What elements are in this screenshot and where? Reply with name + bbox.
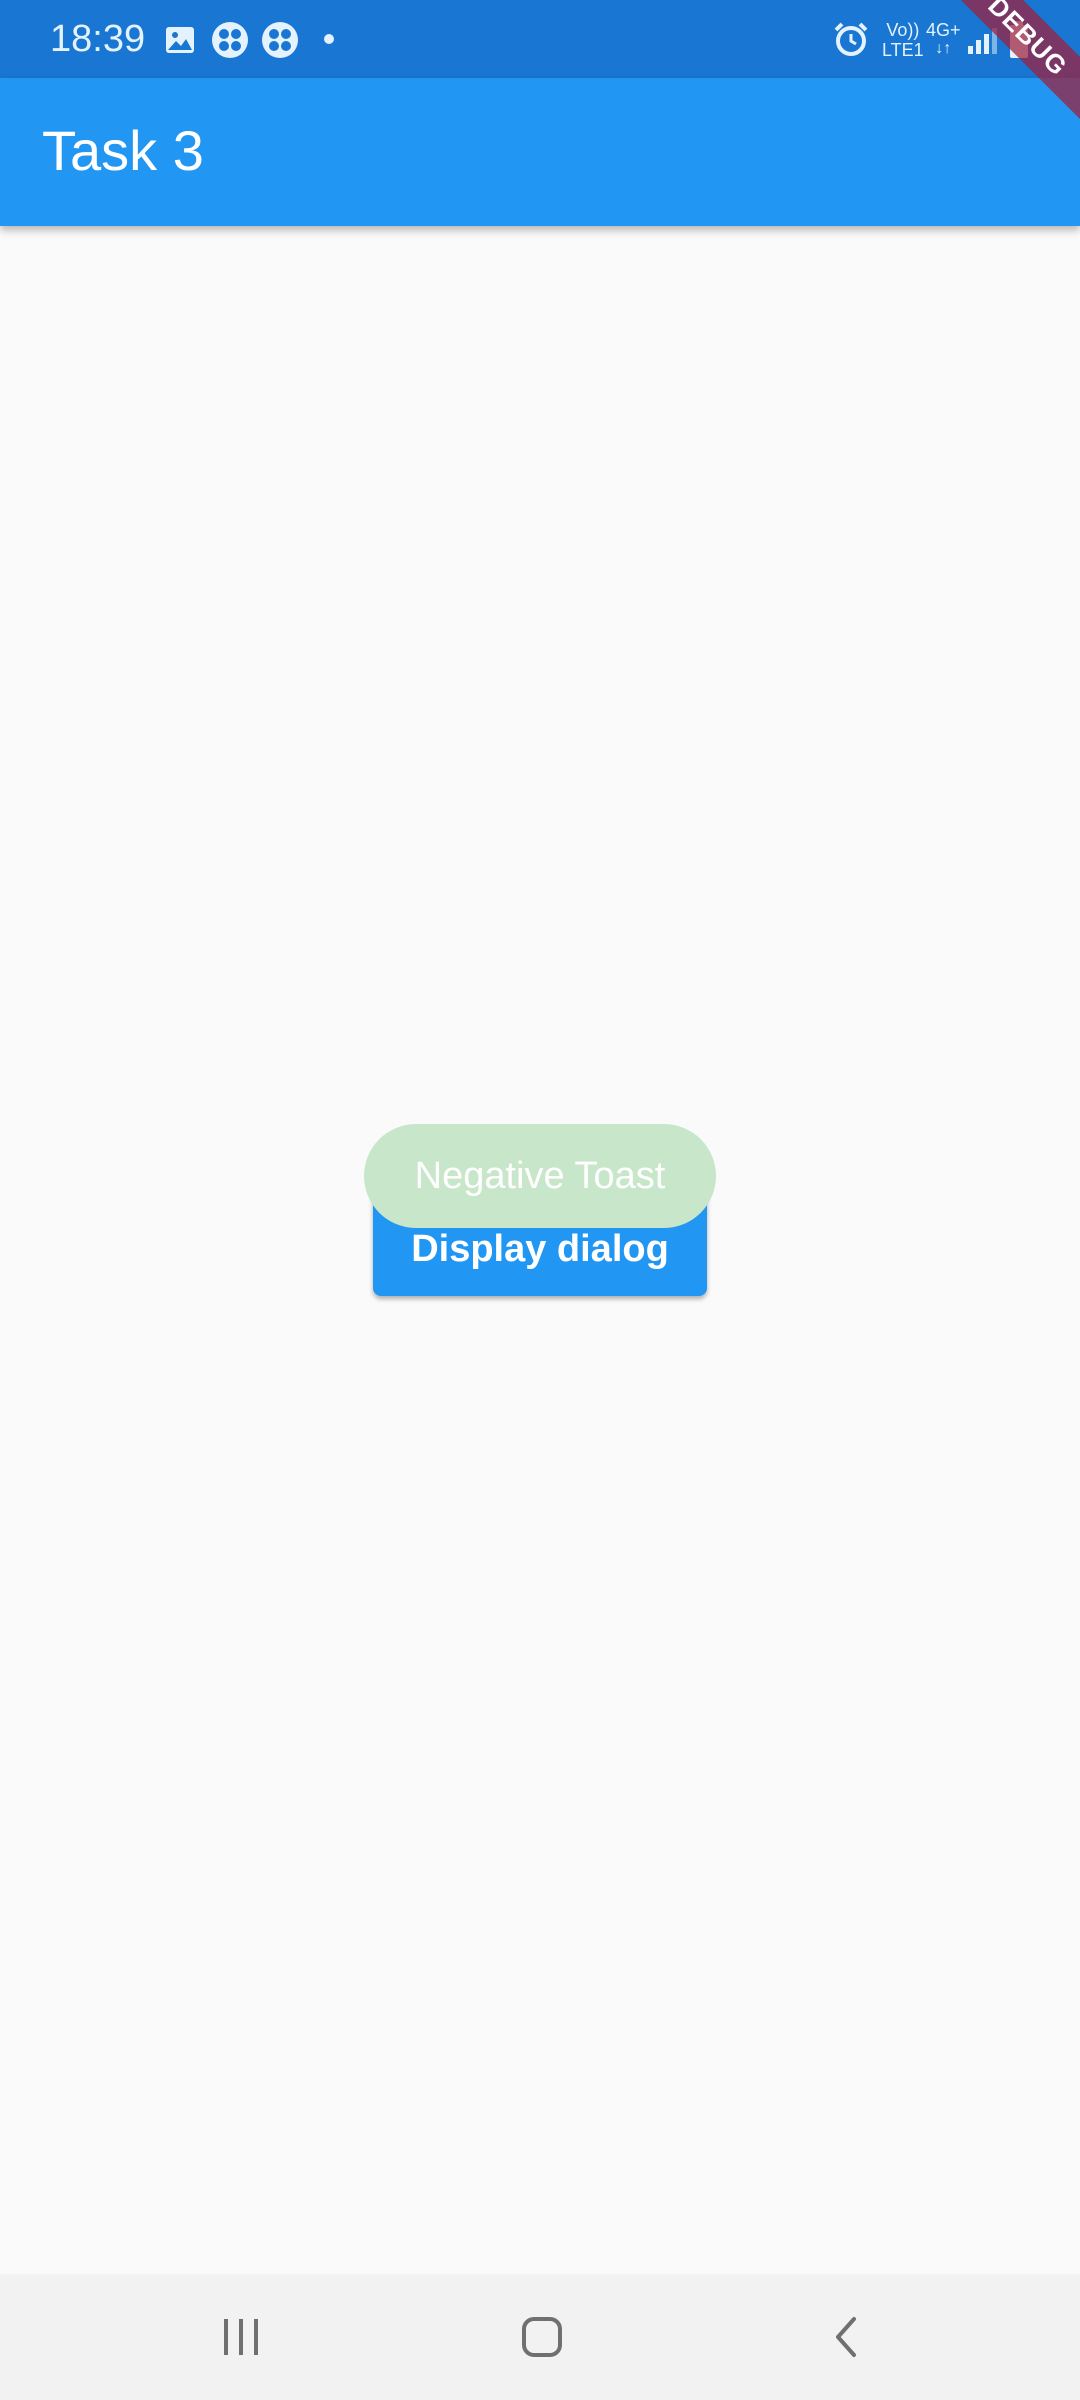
image-icon bbox=[166, 27, 194, 53]
alarm-icon bbox=[834, 22, 868, 56]
status-bar: 18:39 Vo)) LTE1 4G+ ↓↑ DEBUG bbox=[0, 0, 1080, 144]
network-type: 4G+ bbox=[926, 20, 961, 40]
dot-icon bbox=[324, 34, 334, 44]
back-button[interactable] bbox=[795, 2302, 895, 2372]
app-bar: Task 3 bbox=[0, 78, 1080, 226]
app-icon bbox=[262, 22, 298, 58]
home-icon bbox=[522, 2317, 562, 2357]
status-time: 18:39 bbox=[50, 18, 146, 60]
lte-label: LTE1 bbox=[882, 40, 924, 60]
app-icon bbox=[212, 22, 248, 58]
navigation-bar bbox=[0, 2274, 1080, 2400]
recent-apps-button[interactable] bbox=[191, 2302, 291, 2372]
volte-label: Vo)) bbox=[886, 20, 920, 40]
network-type-label: 4G+ ↓↑ bbox=[926, 20, 961, 58]
data-arrows-icon: ↓↑ bbox=[935, 40, 952, 57]
page-title: Task 3 bbox=[42, 119, 204, 182]
recent-apps-icon bbox=[224, 2319, 258, 2355]
toast-message: Negative Toast bbox=[364, 1124, 716, 1228]
back-icon bbox=[836, 2317, 856, 2357]
home-button[interactable] bbox=[492, 2302, 592, 2372]
network-label: Vo)) LTE1 bbox=[882, 20, 924, 60]
